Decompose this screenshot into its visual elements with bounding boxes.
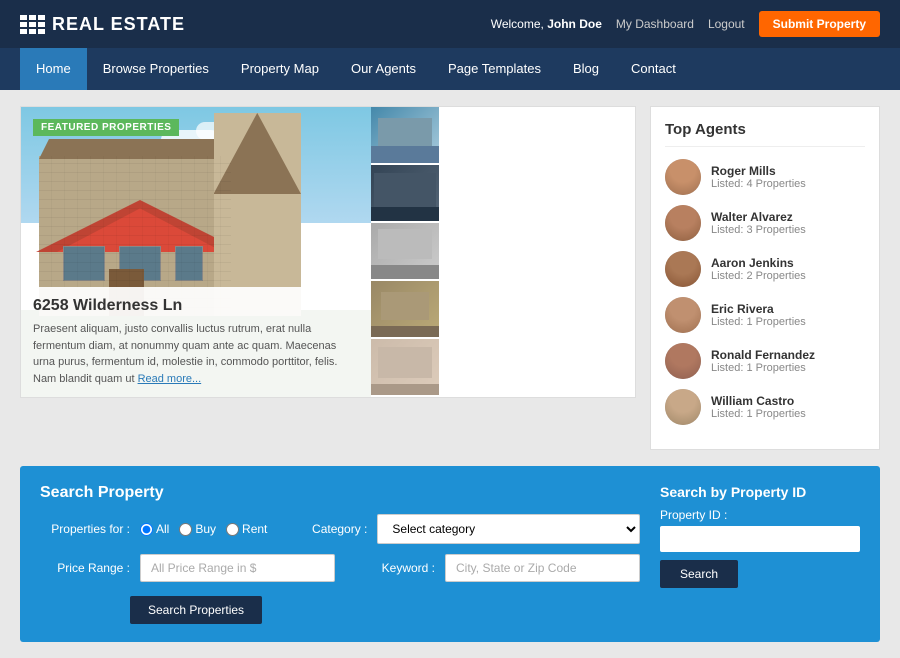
- nav-browse[interactable]: Browse Properties: [87, 48, 225, 90]
- id-search-button[interactable]: Search: [660, 560, 738, 588]
- price-range-label: Price Range :: [40, 561, 130, 575]
- agent-4-info: Eric Rivera Listed: 1 Properties: [711, 302, 806, 328]
- agent-1-info: Roger Mills Listed: 4 Properties: [711, 164, 806, 190]
- search-properties-button[interactable]: Search Properties: [130, 596, 262, 624]
- agent-6-listed: Listed: 1 Properties: [711, 408, 806, 420]
- thumbnail-4[interactable]: [371, 281, 439, 339]
- logo-text: REAL ESTATE: [52, 14, 185, 35]
- keyword-input[interactable]: [445, 554, 640, 582]
- agent-3-name: Aaron Jenkins: [711, 256, 806, 270]
- featured-badge: FEATURED PROPERTIES: [33, 119, 179, 136]
- agent-5: Ronald Fernandez Listed: 1 Properties: [665, 343, 865, 379]
- featured-wrapper: FEATURED PROPERTIES: [20, 106, 636, 398]
- agents-title: Top Agents: [665, 121, 865, 147]
- logo: REAL ESTATE: [20, 14, 185, 35]
- agent-3-avatar: [665, 251, 701, 287]
- agent-6-name: William Castro: [711, 394, 806, 408]
- property-id-input[interactable]: [660, 526, 860, 552]
- keyword-label: Keyword :: [345, 561, 435, 575]
- search-left: Search Property Properties for : All Buy…: [40, 484, 640, 624]
- agent-2-info: Walter Alvarez Listed: 3 Properties: [711, 210, 806, 236]
- property-id-label: Property ID :: [660, 508, 860, 522]
- main-nav: Home Browse Properties Property Map Our …: [0, 48, 900, 90]
- radio-rent-label[interactable]: Rent: [226, 522, 267, 536]
- property-name: 6258 Wilderness Ln: [33, 297, 359, 315]
- header: REAL ESTATE Welcome, John Doe My Dashboa…: [0, 0, 900, 48]
- nav-contact[interactable]: Contact: [615, 48, 692, 90]
- nav-home[interactable]: Home: [20, 48, 87, 90]
- category-label: Category :: [277, 522, 367, 536]
- nav-agents[interactable]: Our Agents: [335, 48, 432, 90]
- category-select[interactable]: Select category: [377, 514, 640, 544]
- agent-1-avatar: [665, 159, 701, 195]
- agent-5-listed: Listed: 1 Properties: [711, 362, 815, 374]
- price-range-input[interactable]: [140, 554, 335, 582]
- search-title: Search Property: [40, 484, 640, 502]
- dashboard-link[interactable]: My Dashboard: [616, 17, 694, 31]
- agent-4: Eric Rivera Listed: 1 Properties: [665, 297, 865, 333]
- main-property-image: FEATURED PROPERTIES: [21, 107, 371, 397]
- search-right: Search by Property ID Property ID : Sear…: [660, 484, 860, 624]
- thumbnail-5[interactable]: [371, 339, 439, 397]
- agent-6-info: William Castro Listed: 1 Properties: [711, 394, 806, 420]
- search-button-row: Search Properties: [130, 592, 640, 624]
- radio-all-label[interactable]: All: [140, 522, 169, 536]
- agent-4-name: Eric Rivera: [711, 302, 806, 316]
- agent-3: Aaron Jenkins Listed: 2 Properties: [665, 251, 865, 287]
- radio-rent[interactable]: [226, 523, 239, 536]
- nav-map[interactable]: Property Map: [225, 48, 335, 90]
- thumbnail-2[interactable]: [371, 165, 439, 223]
- radio-all[interactable]: [140, 523, 153, 536]
- thumbnail-3[interactable]: [371, 223, 439, 281]
- nav-blog[interactable]: Blog: [557, 48, 615, 90]
- agent-3-info: Aaron Jenkins Listed: 2 Properties: [711, 256, 806, 282]
- featured-section: FEATURED PROPERTIES: [20, 106, 636, 450]
- featured-thumbnails: [371, 107, 439, 397]
- price-keyword-row: Price Range : Keyword :: [40, 554, 640, 582]
- agent-6: William Castro Listed: 1 Properties: [665, 389, 865, 425]
- username: John Doe: [547, 17, 602, 31]
- agent-4-listed: Listed: 1 Properties: [711, 316, 806, 328]
- property-overlay: 6258 Wilderness Ln Praesent aliquam, jus…: [21, 287, 371, 397]
- main-content: FEATURED PROPERTIES: [0, 90, 900, 466]
- agent-1: Roger Mills Listed: 4 Properties: [665, 159, 865, 195]
- agent-2-listed: Listed: 3 Properties: [711, 224, 806, 236]
- radio-buy[interactable]: [179, 523, 192, 536]
- agent-6-avatar: [665, 389, 701, 425]
- featured-inner: FEATURED PROPERTIES: [21, 107, 635, 397]
- properties-for-row: Properties for : All Buy Rent Category :…: [40, 514, 640, 544]
- property-desc: Praesent aliquam, justo convallis luctus…: [33, 321, 359, 387]
- agent-2-avatar: [665, 205, 701, 241]
- submit-property-button[interactable]: Submit Property: [759, 11, 880, 37]
- header-right: Welcome, John Doe My Dashboard Logout Su…: [491, 11, 880, 37]
- agent-4-avatar: [665, 297, 701, 333]
- search-by-id-title: Search by Property ID: [660, 484, 860, 500]
- welcome-text: Welcome, John Doe: [491, 17, 602, 31]
- agent-1-listed: Listed: 4 Properties: [711, 178, 806, 190]
- properties-for-label: Properties for :: [40, 522, 130, 536]
- agent-2: Walter Alvarez Listed: 3 Properties: [665, 205, 865, 241]
- agent-5-name: Ronald Fernandez: [711, 348, 815, 362]
- agents-sidebar: Top Agents Roger Mills Listed: 4 Propert…: [650, 106, 880, 450]
- logout-link[interactable]: Logout: [708, 17, 745, 31]
- read-more-link[interactable]: Read more...: [138, 373, 202, 385]
- agent-5-avatar: [665, 343, 701, 379]
- thumbnail-1[interactable]: [371, 107, 439, 165]
- logo-icon: [20, 15, 44, 34]
- nav-templates[interactable]: Page Templates: [432, 48, 557, 90]
- agent-5-info: Ronald Fernandez Listed: 1 Properties: [711, 348, 815, 374]
- agent-2-name: Walter Alvarez: [711, 210, 806, 224]
- properties-for-radios: All Buy Rent: [140, 522, 267, 536]
- search-section: Search Property Properties for : All Buy…: [20, 466, 880, 642]
- agent-3-listed: Listed: 2 Properties: [711, 270, 806, 282]
- agent-1-name: Roger Mills: [711, 164, 806, 178]
- radio-buy-label[interactable]: Buy: [179, 522, 216, 536]
